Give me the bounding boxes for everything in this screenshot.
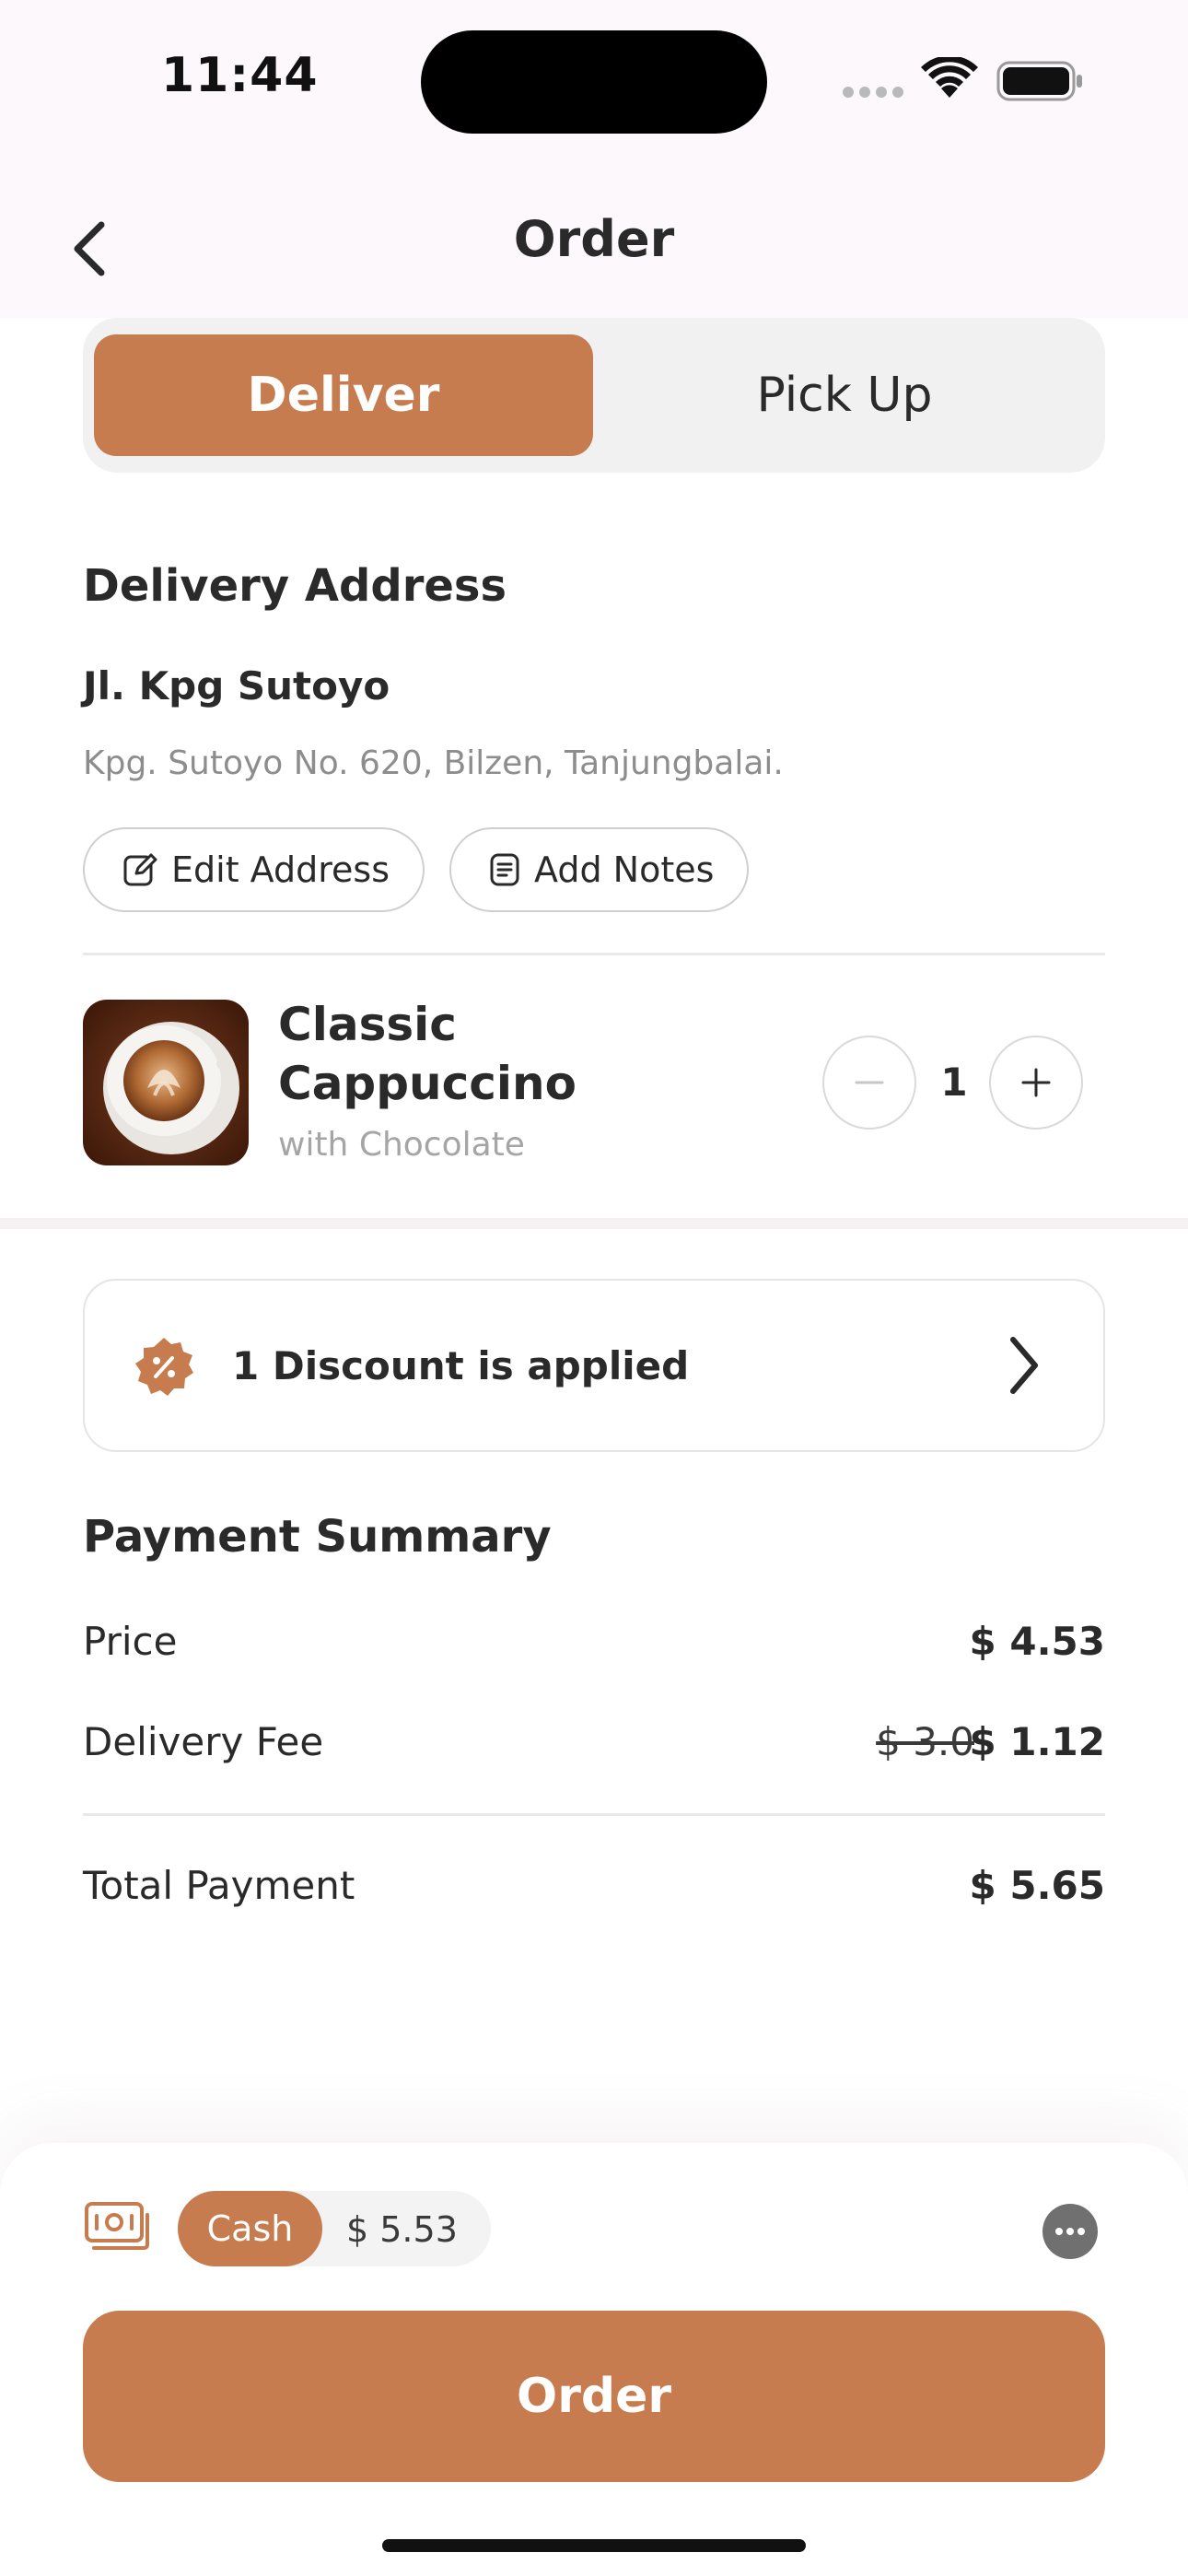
chevron-right-icon — [1010, 1337, 1038, 1394]
delivery-fee-label: Delivery Fee — [83, 1719, 324, 1764]
divider — [83, 953, 1105, 955]
edit-address-button[interactable]: Edit Address — [83, 827, 425, 912]
delivery-address-title: Delivery Address — [83, 560, 507, 612]
pickup-tab[interactable]: Pick Up — [595, 334, 1094, 456]
header: Order — [0, 157, 1188, 318]
add-notes-label: Add Notes — [534, 849, 715, 890]
status-bar: 11:44 — [0, 0, 1188, 157]
order-button[interactable]: Order — [83, 2311, 1105, 2482]
edit-address-label: Edit Address — [171, 849, 390, 890]
delivery-fee-original: $ 3.0 — [876, 1719, 974, 1764]
deliver-tab[interactable]: Deliver — [94, 334, 593, 456]
checkout-bar: Cash $ 5.53 Order — [0, 2143, 1188, 2576]
payment-summary-title: Payment Summary — [83, 1511, 552, 1563]
price-label: Price — [83, 1619, 178, 1664]
total-payment-value: $ 5.65 — [969, 1863, 1105, 1908]
wallet-icon — [85, 2202, 149, 2250]
payment-amount: $ 5.53 — [346, 2209, 458, 2250]
home-indicator — [382, 2539, 806, 2552]
status-time: 11:44 — [161, 48, 319, 103]
address-detail: Kpg. Sutoyo No. 620, Bilzen, Tanjungbala… — [83, 744, 784, 782]
add-notes-button[interactable]: Add Notes — [449, 827, 750, 912]
increase-quantity-button[interactable] — [989, 1036, 1083, 1130]
notes-icon — [490, 853, 519, 886]
plus-icon — [1021, 1068, 1051, 1097]
product-name: Classic Cappuccino — [278, 998, 577, 1110]
total-payment-label: Total Payment — [83, 1863, 355, 1908]
page-title: Order — [513, 210, 675, 268]
dynamic-island — [421, 30, 767, 134]
cellular-signal-icon — [843, 87, 903, 98]
edit-icon — [123, 853, 157, 886]
delivery-mode-toggle: Deliver Pick Up — [83, 318, 1105, 473]
discount-label: 1 Discount is applied — [232, 1343, 690, 1388]
divider — [83, 1813, 1105, 1816]
discount-card[interactable]: 1 Discount is applied — [83, 1279, 1105, 1452]
product-image — [83, 1000, 249, 1165]
delivery-fee-value: $ 1.12 — [969, 1719, 1105, 1764]
address-name: Jl. Kpg Sutoyo — [83, 663, 390, 708]
price-value: $ 4.53 — [969, 1619, 1105, 1664]
quantity-value: 1 — [940, 1060, 968, 1105]
payment-method-selector[interactable]: Cash $ 5.53 — [178, 2191, 491, 2266]
minus-icon — [855, 1081, 884, 1084]
battery-icon — [996, 61, 1082, 101]
decrease-quantity-button[interactable] — [822, 1036, 916, 1130]
section-divider — [0, 1218, 1188, 1229]
discount-icon — [135, 1338, 193, 1396]
payment-method-cash[interactable]: Cash — [178, 2191, 322, 2266]
product-subtitle: with Chocolate — [278, 1126, 525, 1164]
more-icon[interactable] — [1042, 2204, 1098, 2259]
wifi-icon — [921, 57, 978, 98]
